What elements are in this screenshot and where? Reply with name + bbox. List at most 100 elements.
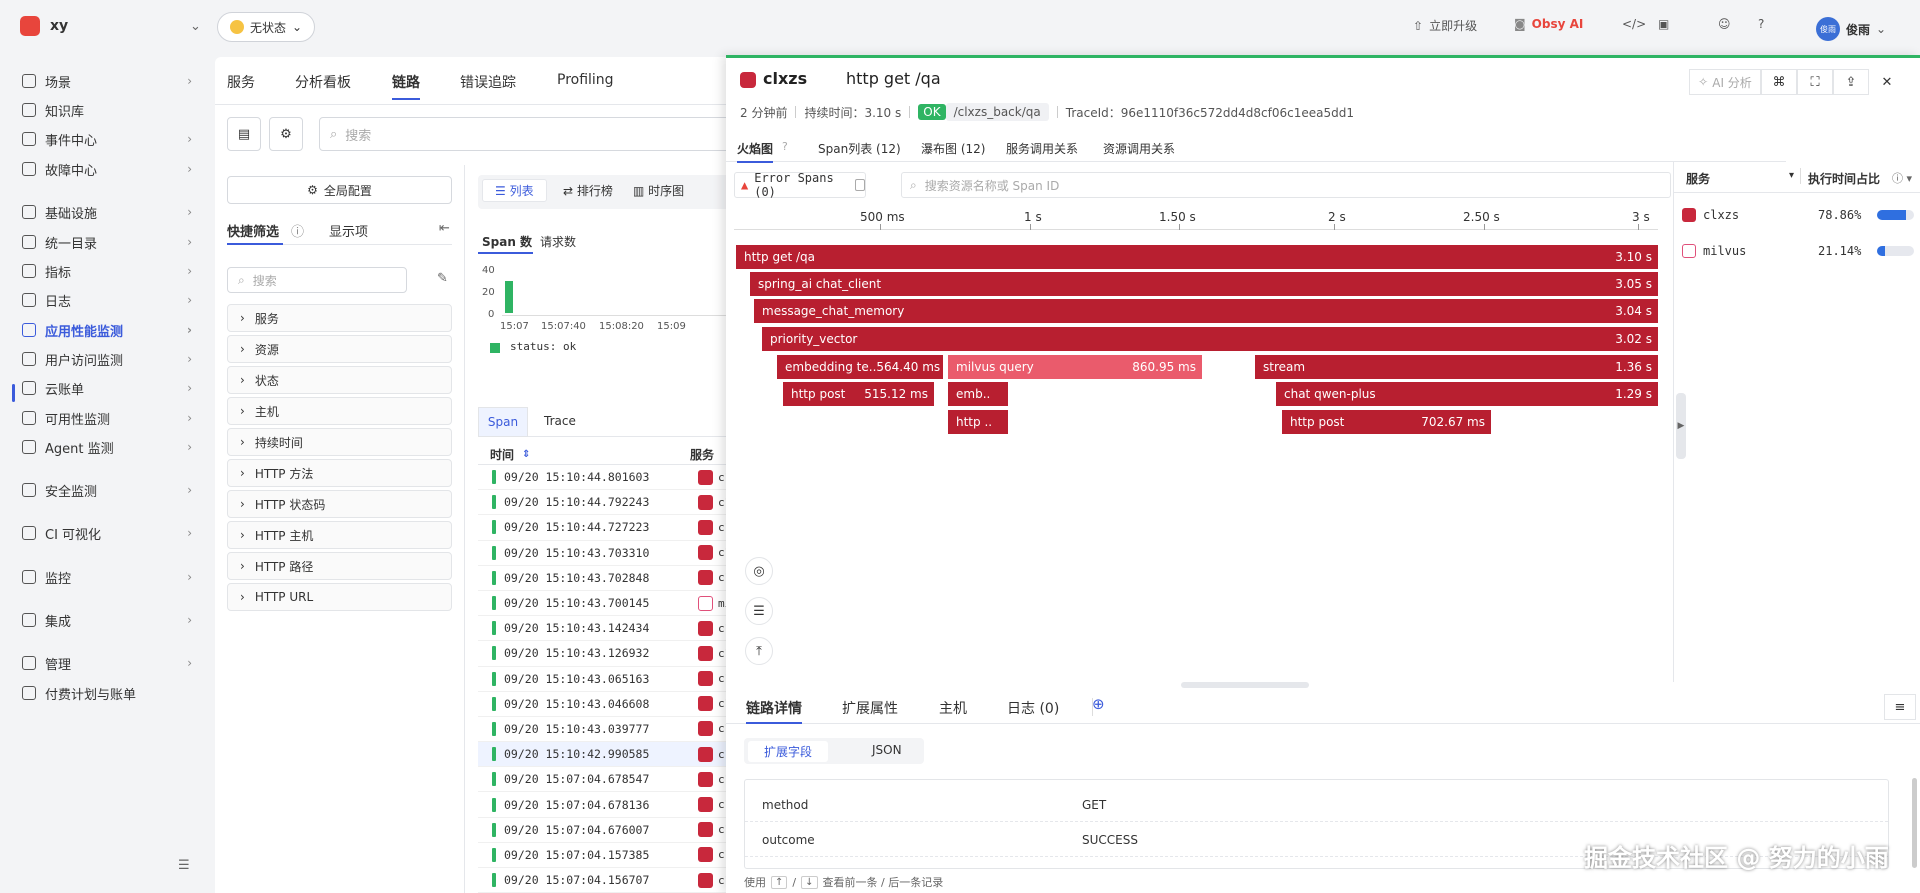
save-view-icon[interactable]: ▤ <box>227 117 261 151</box>
flame-span[interactable]: emb.. <box>948 382 1008 406</box>
locate-icon[interactable]: ◎ <box>745 557 773 585</box>
share-nodes-icon[interactable]: ⌘ <box>1761 69 1797 95</box>
sort-icon[interactable]: ⇕ <box>522 449 530 460</box>
service-ratio-row[interactable]: milvus 21.14% <box>1682 241 1914 261</box>
chevron-down-icon[interactable]: ⌄ <box>190 19 201 34</box>
flame-span[interactable]: spring_ai chat_client 3.05 s <box>750 272 1658 296</box>
flame-span[interactable]: milvus query 860.95 ms <box>948 355 1202 379</box>
obsy-ai-button[interactable]: ◙ Obsy AI <box>1514 17 1583 31</box>
filter-item[interactable]: › HTTP URL <box>227 583 452 611</box>
sidebar-item[interactable]: 故障中心 › <box>22 153 192 185</box>
tab-flamegraph[interactable]: 火焰图 <box>737 140 774 163</box>
col-service[interactable]: 服务 <box>690 446 714 463</box>
tab-services[interactable]: 服务 <box>227 72 255 92</box>
ai-analysis-button[interactable]: ✧ AI 分析 <box>1689 69 1761 95</box>
flame-span[interactable]: message_chat_memory 3.04 s <box>754 299 1658 323</box>
sidebar-item[interactable]: 应用性能监测 › <box>22 314 192 346</box>
add-tab-icon[interactable]: ⊕ <box>1092 695 1105 713</box>
close-icon[interactable]: ✕ <box>1869 69 1905 95</box>
table-row[interactable]: 09/20 15:07:04.676007 c1 <box>478 818 733 843</box>
search-input[interactable]: ⌕ 搜索 <box>319 117 739 151</box>
global-config-button[interactable]: ⚙ 全局配置 <box>227 176 452 204</box>
filter-item[interactable]: › 状态 <box>227 366 452 394</box>
filter-item[interactable]: › HTTP 方法 <box>227 459 452 487</box>
attribute-row[interactable]: method GET <box>745 788 1888 822</box>
tab-display-items[interactable]: 显示项 <box>329 221 368 240</box>
sidebar-item[interactable]: 付费计划与账单 <box>22 677 192 709</box>
sidebar-item[interactable]: 日志 › <box>22 284 192 316</box>
trace-id[interactable]: TraceId：96e1110f36c572dd4d8cf06c1eea5dd1 <box>1066 104 1354 121</box>
chart-bar[interactable] <box>505 281 513 313</box>
caret-down-icon[interactable]: ▾ <box>1789 170 1794 181</box>
sidebar-item[interactable]: 基础设施 › <box>22 196 192 228</box>
status-selector[interactable]: 无状态 ⌄ <box>217 12 316 42</box>
segment-fields[interactable]: 扩展字段 <box>748 741 829 762</box>
filter-item[interactable]: › HTTP 路径 <box>227 552 452 580</box>
settings-icon[interactable]: ⚙ <box>269 117 303 151</box>
filter-item[interactable]: › 持续时间 <box>227 428 452 456</box>
flame-span[interactable]: chat qwen-plus 1.29 s <box>1276 382 1658 406</box>
view-list[interactable]: ☰ 列表 <box>482 179 547 202</box>
sidebar-item[interactable]: 可用性监测 › <box>22 402 192 434</box>
sidebar-item[interactable]: 指标 › <box>22 255 192 287</box>
flame-span[interactable]: http get /qa 3.10 s <box>736 245 1658 269</box>
tab-span-list[interactable]: Span列表 (12) <box>818 140 901 157</box>
table-row[interactable]: 09/20 15:07:04.157385 c1 <box>478 843 733 868</box>
view-timeseries[interactable]: ▥ 时序图 <box>633 182 684 199</box>
legend-label[interactable]: status: ok <box>510 340 576 353</box>
user-icon[interactable]: ☺ <box>1718 17 1731 31</box>
filter-item[interactable]: › 资源 <box>227 335 452 363</box>
user-menu[interactable]: 俊雨 俊雨 ⌄ <box>1816 17 1886 41</box>
filter-item[interactable]: › 服务 <box>227 304 452 332</box>
tab-logs[interactable]: 日志 (0) <box>1007 698 1059 718</box>
tab-extended[interactable]: 扩展属性 <box>842 698 898 718</box>
table-row[interactable]: 09/20 15:10:43.700145 mi <box>478 591 733 617</box>
sidebar-item[interactable]: CI 可视化 › <box>22 517 192 549</box>
tab-waterfall[interactable]: 瀑布图 (12) <box>921 140 985 157</box>
tab-span[interactable]: Span <box>478 407 528 437</box>
tab-quick-filter[interactable]: 快捷筛选 <box>227 221 279 240</box>
tab-profiling[interactable]: Profiling <box>557 72 614 88</box>
filter-item[interactable]: › HTTP 主机 <box>227 521 452 549</box>
metric-tab-span[interactable]: Span 数 <box>482 233 532 250</box>
tab-errors[interactable]: 错误追踪 <box>460 72 516 92</box>
help-icon[interactable]: ? <box>1758 17 1764 31</box>
sidebar-item[interactable]: 安全监测 › <box>22 474 192 506</box>
list-icon[interactable]: ☰ <box>745 597 773 625</box>
metric-tab-requests[interactable]: 请求数 <box>540 233 576 250</box>
sidebar-item[interactable]: 知识库 <box>22 94 192 126</box>
table-row[interactable]: 09/20 15:10:43.046608 c1 <box>478 692 733 717</box>
table-row[interactable]: 09/20 15:10:43.702848 c1 <box>478 566 733 591</box>
filter-item[interactable]: › HTTP 状态码 <box>227 490 452 518</box>
table-row[interactable]: 09/20 15:07:04.678547 c1 <box>478 767 733 793</box>
table-row[interactable]: 09/20 15:10:42.990585 c1 <box>478 742 733 768</box>
flame-span[interactable]: http post 515.12 ms <box>783 382 934 406</box>
tab-trace[interactable]: Trace <box>544 414 576 428</box>
export-icon[interactable]: ⇪ <box>1833 69 1869 95</box>
tab-service-map[interactable]: 服务调用关系 <box>1006 140 1078 157</box>
workspace-name[interactable]: xy <box>50 18 68 34</box>
table-row[interactable]: 09/20 15:10:44.792243 c1 <box>478 490 733 516</box>
filter-item[interactable]: › 主机 <box>227 397 452 425</box>
tab-host[interactable]: 主机 <box>939 698 967 718</box>
collapse-detail-icon[interactable]: ≡ <box>1884 694 1916 720</box>
table-row[interactable]: 09/20 15:10:43.126932 c1 <box>478 641 733 667</box>
table-row[interactable]: 09/20 15:10:43.065163 c1 <box>478 667 733 692</box>
sidebar-item[interactable]: 统一目录 › <box>22 226 192 258</box>
code-icon[interactable]: </> <box>1622 17 1646 31</box>
filter-search-input[interactable]: ⌕ 搜索 <box>227 267 407 293</box>
sidebar-item[interactable]: 云账单 › <box>22 372 192 404</box>
view-ranking[interactable]: ⇄ 排行榜 <box>563 182 613 199</box>
flame-span[interactable]: http post 702.67 ms <box>1282 410 1491 434</box>
table-row[interactable]: 09/20 15:10:44.727223 c1 <box>478 515 733 541</box>
sidebar-item[interactable]: 事件中心 › <box>22 123 192 155</box>
table-row[interactable]: 09/20 15:10:44.801603 c1 <box>478 465 733 491</box>
table-row[interactable]: 09/20 15:07:04.678136 c1 <box>478 792 733 818</box>
back-to-top-icon[interactable]: ⤒ <box>745 637 773 665</box>
service-ratio-row[interactable]: clxzs 78.86% <box>1682 205 1914 225</box>
table-row[interactable]: 09/20 15:07:04.156707 c1 <box>478 868 733 893</box>
col-service[interactable]: 服务 <box>1686 170 1710 187</box>
flame-span[interactable]: embedding te.. 564.40 ms <box>777 355 943 379</box>
flame-span[interactable]: stream 1.36 s <box>1255 355 1658 379</box>
sidebar-item[interactable]: 管理 › <box>22 647 192 679</box>
